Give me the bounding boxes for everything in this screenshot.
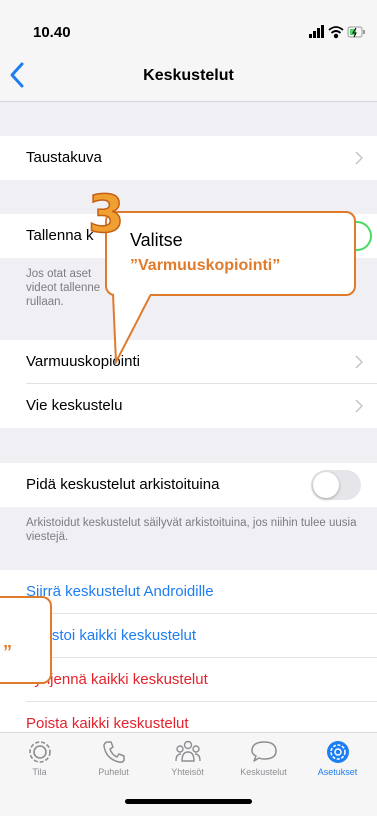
chats-icon [250,741,277,762]
export-chat-label: Vie keskustelu [26,397,123,414]
tab-chats[interactable]: Keskustelut [226,739,301,777]
annotation-callout-tail [112,294,152,364]
status-icons [309,25,365,39]
wifi-icon [328,26,344,39]
annotation-step-number: 3 [87,184,125,246]
keep-archived-row: Pidä keskustelut arkistoituina [0,463,377,507]
save-to-camera-roll-label: Tallenna k [26,227,94,244]
chevron-right-icon [355,399,363,413]
move-to-android-row[interactable]: Siirrä keskustelut Androidille [0,570,377,614]
tab-bar: Tila Puhelut Yhteisöt Keskustelut Asetuk… [0,732,377,816]
chevron-right-icon [355,151,363,165]
home-indicator [125,799,252,804]
keep-archived-toggle[interactable] [311,470,361,500]
delete-all-label: Poista kaikki keskustelut [26,715,189,732]
status-icon [28,741,51,763]
tab-settings[interactable]: Asetukset [300,739,375,777]
phone-icon [102,741,125,763]
annotation-text: Valitse [130,230,183,250]
clear-all-label: Tyhjennä kaikki keskustelut [26,671,208,688]
status-time: 10.40 [33,24,71,41]
status-bar: 10.40 [0,0,377,50]
wallpaper-row[interactable]: Taustakuva [0,136,377,180]
tab-status[interactable]: Tila [2,739,77,777]
annotation-callout-left [0,596,52,684]
tab-communities-label: Yhteisöt [171,767,204,777]
annotation-callout [105,211,356,296]
archive-all-row[interactable]: Arkistoi kaikki keskustelut [0,614,377,658]
clear-all-row[interactable]: Tyhjennä kaikki keskustelut [0,658,377,702]
chevron-right-icon [355,355,363,369]
tab-communities[interactable]: Yhteisöt [150,739,225,777]
communities-icon [174,740,201,762]
keep-archived-note: Arkistoidut keskustelut säilyvät arkisto… [26,517,357,543]
keep-archived-label: Pidä keskustelut arkistoituina [26,476,220,493]
tab-calls[interactable]: Puhelut [76,739,151,777]
page-title: Keskustelut [143,67,234,84]
export-chat-row[interactable]: Vie keskustelu [0,384,377,428]
settings-icon [326,741,349,763]
tab-settings-label: Asetukset [317,767,358,777]
tab-chats-label: Keskustelut [240,767,287,777]
navigation-bar: Keskustelut [0,50,377,102]
tab-status-label: Tila [32,767,47,777]
tab-calls-label: Puhelut [98,767,129,777]
battery-icon [347,26,365,38]
move-to-android-label: Siirrä keskustelut Androidille [26,583,214,600]
signal-icon [309,25,324,38]
wallpaper-label: Taustakuva [26,149,102,166]
annotation-left-quote: ” [3,642,12,662]
toggle-knob [313,472,339,498]
backup-row[interactable]: Varmuuskopiointi [0,340,377,384]
annotation-quote: ”Varmuuskopiointi” [130,257,281,274]
